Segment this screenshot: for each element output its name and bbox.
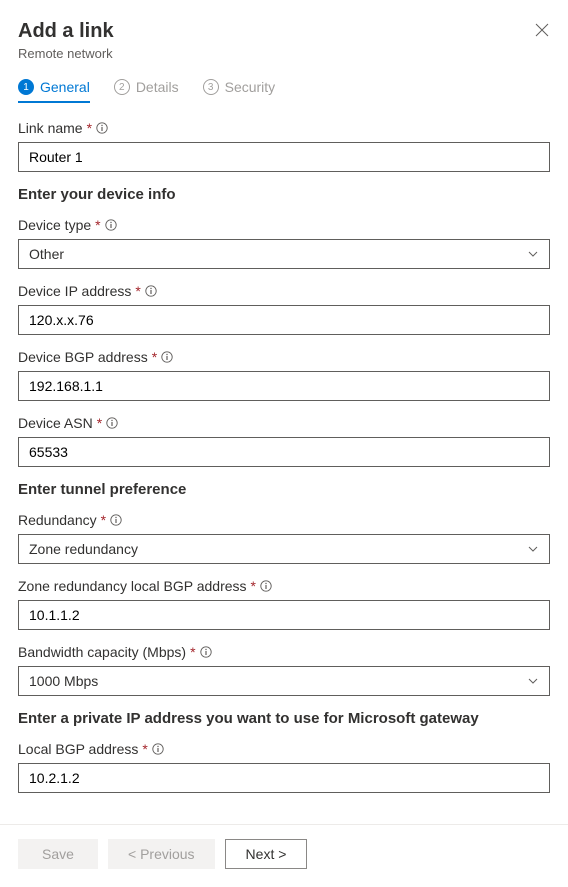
- redundancy-select[interactable]: Zone redundancy: [18, 534, 550, 564]
- device-bgp-label: Device BGP address *: [18, 349, 550, 365]
- tab-number: 3: [203, 79, 219, 95]
- save-button[interactable]: Save: [18, 839, 98, 869]
- zone-local-bgp-input[interactable]: [18, 600, 550, 630]
- panel-subtitle: Remote network: [18, 46, 114, 61]
- panel-title: Add a link: [18, 18, 114, 44]
- chevron-down-icon: [527, 543, 539, 555]
- redundancy-label: Redundancy *: [18, 512, 550, 528]
- tunnel-pref-heading: Enter tunnel preference: [18, 481, 550, 498]
- zone-local-bgp-label: Zone redundancy local BGP address *: [18, 578, 550, 594]
- device-bgp-input[interactable]: [18, 371, 550, 401]
- info-icon[interactable]: [96, 122, 108, 134]
- info-icon[interactable]: [110, 514, 122, 526]
- device-ip-label: Device IP address *: [18, 283, 550, 299]
- close-icon: [534, 22, 550, 38]
- local-bgp-label: Local BGP address *: [18, 741, 550, 757]
- private-ip-heading: Enter a private IP address you want to u…: [18, 710, 550, 727]
- chevron-down-icon: [527, 248, 539, 260]
- wizard-tabs: 1 General 2 Details 3 Security: [18, 79, 550, 104]
- link-name-label: Link name *: [18, 120, 550, 136]
- local-bgp-input[interactable]: [18, 763, 550, 793]
- close-button[interactable]: [534, 22, 550, 38]
- tab-number: 2: [114, 79, 130, 95]
- device-asn-input[interactable]: [18, 437, 550, 467]
- device-info-heading: Enter your device info: [18, 186, 550, 203]
- info-icon[interactable]: [106, 417, 118, 429]
- info-icon[interactable]: [105, 219, 117, 231]
- next-button[interactable]: Next >: [225, 839, 308, 869]
- tab-general[interactable]: 1 General: [18, 79, 90, 103]
- bandwidth-select[interactable]: 1000 Mbps: [18, 666, 550, 696]
- bandwidth-label: Bandwidth capacity (Mbps) *: [18, 644, 550, 660]
- tab-details[interactable]: 2 Details: [114, 79, 179, 103]
- wizard-footer: Save < Previous Next >: [0, 824, 568, 887]
- info-icon[interactable]: [145, 285, 157, 297]
- device-asn-label: Device ASN *: [18, 415, 550, 431]
- tab-label: Security: [225, 79, 276, 95]
- info-icon[interactable]: [161, 351, 173, 363]
- tab-label: Details: [136, 79, 179, 95]
- device-type-select[interactable]: Other: [18, 239, 550, 269]
- tab-security[interactable]: 3 Security: [203, 79, 276, 103]
- info-icon[interactable]: [200, 646, 212, 658]
- link-name-input[interactable]: [18, 142, 550, 172]
- previous-button[interactable]: < Previous: [108, 839, 215, 869]
- tab-number: 1: [18, 79, 34, 95]
- info-icon[interactable]: [260, 580, 272, 592]
- tab-label: General: [40, 79, 90, 95]
- device-type-label: Device type *: [18, 217, 550, 233]
- device-ip-input[interactable]: [18, 305, 550, 335]
- chevron-down-icon: [527, 675, 539, 687]
- info-icon[interactable]: [152, 743, 164, 755]
